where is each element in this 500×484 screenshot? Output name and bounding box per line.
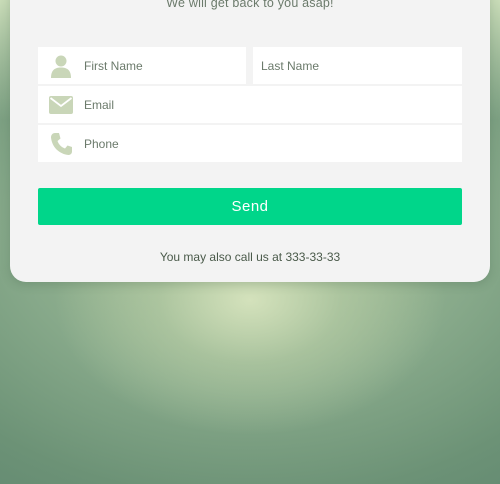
phone-icon	[38, 125, 84, 162]
email-input[interactable]	[84, 86, 462, 123]
send-button[interactable]: Send	[38, 188, 462, 225]
first-name-input[interactable]	[84, 47, 246, 84]
phone-field[interactable]	[38, 125, 462, 162]
call-us-text: You may also call us at 333-33-33	[159, 250, 341, 264]
email-field[interactable]	[38, 86, 462, 123]
first-name-field[interactable]	[38, 47, 246, 84]
form-subtitle: We will get back to you asap!	[166, 0, 334, 10]
user-icon	[38, 47, 84, 84]
envelope-icon	[38, 86, 84, 123]
contact-card: We will get back to you asap! Se	[10, 0, 490, 282]
phone-input[interactable]	[84, 125, 462, 162]
last-name-input[interactable]	[253, 47, 462, 84]
last-name-field[interactable]	[253, 47, 462, 84]
